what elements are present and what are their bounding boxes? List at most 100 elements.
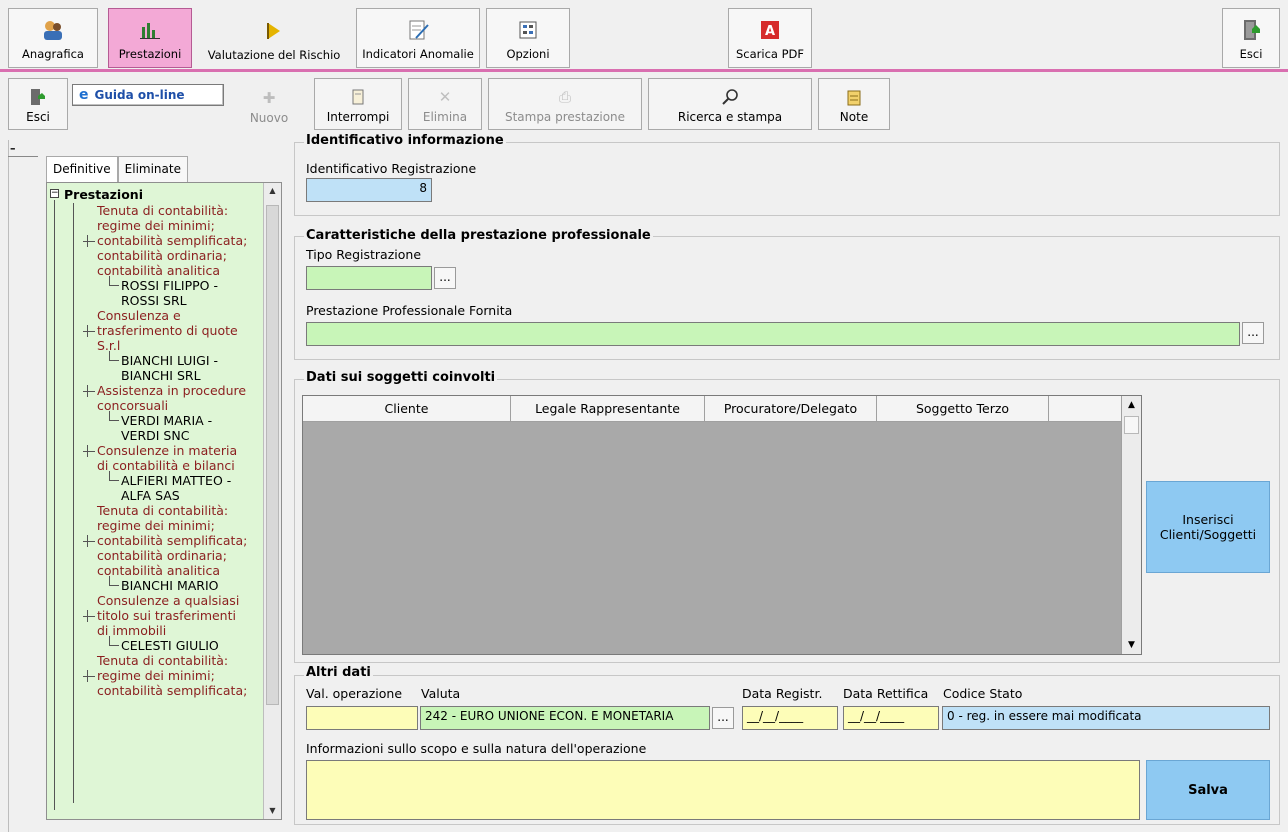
tree-service-line[interactable]: regime dei minimi; [97, 518, 215, 533]
tree-service-line[interactable]: Tenuta di contabilità: [97, 503, 228, 518]
tree-service-line[interactable]: Consulenze a qualsiasi [97, 593, 239, 608]
tree-client-line[interactable]: BIANCHI SRL [121, 368, 201, 383]
expand-node-icon[interactable] [87, 535, 88, 547]
tree-connector [109, 360, 119, 361]
tree-service-line[interactable]: di contabilità e bilanci [97, 458, 235, 473]
tree-client-line[interactable]: ALFIERI MATTEO - [121, 473, 231, 488]
tree-service-line[interactable]: Assistenza in procedure [97, 383, 246, 398]
ribbon-scarica-pdf-button[interactable]: A Scarica PDF [728, 8, 812, 68]
expand-node-icon[interactable] [87, 235, 88, 247]
prestazioni-tree[interactable]: − Prestazioni Tenuta di contabilità: regi… [46, 182, 282, 820]
prestazione-fornita-label: Prestazione Professionale Fornita [306, 303, 513, 318]
ribbon-opzioni-button[interactable]: Opzioni [486, 8, 570, 68]
tree-client-line[interactable]: ROSSI SRL [121, 293, 187, 308]
valuta-field[interactable]: 242 - EURO UNIONE ECON. E MONETARIA [420, 706, 710, 730]
data-rettifica-label: Data Rettifica [843, 686, 929, 701]
tree-service-line[interactable]: contabilità semplificata; [97, 533, 247, 548]
tab-eliminate[interactable]: Eliminate [117, 156, 188, 182]
tipo-registrazione-field[interactable] [306, 266, 432, 290]
main-ribbon [0, 0, 1288, 72]
valuta-browse-button[interactable]: ... [712, 707, 734, 729]
ribbon-prestazioni-button[interactable]: Prestazioni [108, 8, 192, 68]
guida-online-button[interactable]: e Guida on-line [72, 84, 224, 106]
ribbon-label: Indicatori Anomalie [362, 47, 474, 61]
tree-service-line[interactable]: contabilità ordinaria; [97, 248, 227, 263]
exit-button[interactable]: Esci [8, 78, 68, 130]
stampa-prestazione-button[interactable]: ⎙ Stampa prestazione [488, 78, 642, 130]
tree-service-line[interactable]: regime dei minimi; [97, 668, 215, 683]
exit-label: Esci [26, 110, 50, 124]
tree-connector [109, 420, 119, 421]
collapse-node-icon[interactable]: − [50, 189, 59, 198]
tree-service-line[interactable]: contabilità analitica [97, 563, 220, 578]
tree-service-line[interactable]: trasferimento di quote [97, 323, 238, 338]
collapse-panel-button[interactable]: – [10, 142, 36, 156]
tree-client-line[interactable]: BIANCHI MARIO [121, 578, 219, 593]
tree-connector [109, 411, 110, 420]
tree-connector [83, 541, 95, 542]
tree-service-line[interactable]: di immobili [97, 623, 166, 638]
tree-service-line[interactable]: Tenuta di contabilità: [97, 653, 228, 668]
tree-client-line[interactable]: VERDI MARIA - [121, 413, 212, 428]
tree-service-line[interactable]: Consulenze in materia [97, 443, 237, 458]
tree-service-line[interactable]: contabilità semplificata; [97, 683, 247, 698]
nuovo-button[interactable]: ✚ Nuovo [230, 78, 308, 130]
expand-node-icon[interactable] [87, 325, 88, 337]
column-header[interactable]: Cliente [303, 396, 511, 422]
column-header[interactable]: Legale Rappresentante [511, 396, 705, 422]
id-registrazione-field[interactable]: 8 [306, 178, 432, 202]
ribbon-esci-button[interactable]: Esci [1222, 8, 1280, 68]
prestazione-browse-button[interactable]: ... [1242, 322, 1264, 344]
tree-service-line[interactable]: concorsuali [97, 398, 168, 413]
info-scopo-field[interactable] [306, 760, 1140, 820]
prestazione-fornita-field[interactable] [306, 322, 1240, 346]
tree-service-line[interactable]: Consulenza e [97, 308, 181, 323]
interrompi-button[interactable]: Interrompi [314, 78, 402, 130]
column-header[interactable]: Procuratore/Delegato [705, 396, 877, 422]
soggetti-grid[interactable]: Cliente Legale Rappresentante Procurator… [302, 395, 1142, 655]
tree-client-line[interactable]: BIANCHI LUIGI - [121, 353, 218, 368]
tree-service-line[interactable]: contabilità analitica [97, 263, 220, 278]
tree-service-line[interactable]: contabilità semplificata; [97, 233, 247, 248]
tipo-registrazione-browse-button[interactable]: ... [434, 267, 456, 289]
scroll-down-icon[interactable]: ▼ [264, 803, 281, 819]
data-registr-field[interactable]: __/__/____ [742, 706, 838, 730]
ribbon-anagrafica-button[interactable]: Anagrafica [8, 8, 98, 68]
ribbon-valutazione-button[interactable]: Valutazione del Rischio [198, 8, 350, 68]
guida-label: Guida on-line [94, 88, 185, 102]
data-rettifica-field[interactable]: __/__/____ [843, 706, 939, 730]
ricerca-stampa-button[interactable]: Ricerca e stampa [648, 78, 812, 130]
tree-scrollbar[interactable]: ▲ ▼ [263, 183, 281, 819]
tree-service-line[interactable]: Tenuta di contabilità: [97, 203, 228, 218]
tree-client-line[interactable]: VERDI SNC [121, 428, 189, 443]
expand-node-icon[interactable] [87, 385, 88, 397]
expand-node-icon[interactable] [87, 445, 88, 457]
elimina-button[interactable]: ✕ Elimina [408, 78, 482, 130]
salva-button[interactable]: Salva [1146, 760, 1270, 820]
expand-node-icon[interactable] [87, 610, 88, 622]
tipo-registrazione-label: Tipo Registrazione [306, 247, 422, 262]
tree-connector [83, 616, 95, 617]
scroll-up-icon[interactable]: ▲ [264, 183, 281, 199]
codice-stato-field[interactable]: 0 - reg. in essere mai modificata [942, 706, 1270, 730]
tree-root[interactable]: Prestazioni [64, 187, 143, 202]
val-operazione-field[interactable] [306, 706, 418, 730]
panel-divider [8, 156, 38, 157]
tree-client-line[interactable]: CELESTI GIULIO [121, 638, 219, 653]
scroll-up-icon[interactable]: ▲ [1122, 396, 1141, 414]
scroll-thumb[interactable] [266, 205, 279, 705]
tree-service-line[interactable]: titolo sui trasferimenti [97, 608, 236, 623]
expand-node-icon[interactable] [87, 670, 88, 682]
tab-definitive[interactable]: Definitive [46, 156, 118, 182]
column-header[interactable]: Soggetto Terzo [877, 396, 1049, 422]
tree-service-line[interactable]: contabilità ordinaria; [97, 548, 227, 563]
grid-scrollbar[interactable]: ▲ ▼ [1121, 396, 1141, 654]
note-button[interactable]: Note [818, 78, 890, 130]
tree-service-line[interactable]: regime dei minimi; [97, 218, 215, 233]
inserisci-clienti-button[interactable]: Inserisci Clienti/Soggetti [1146, 481, 1270, 573]
scroll-thumb[interactable] [1124, 416, 1139, 434]
tree-client-line[interactable]: ROSSI FILIPPO - [121, 278, 218, 293]
tree-client-line[interactable]: ALFA SAS [121, 488, 180, 503]
scroll-down-icon[interactable]: ▼ [1122, 636, 1141, 654]
ribbon-indicatori-button[interactable]: Indicatori Anomalie [356, 8, 480, 68]
